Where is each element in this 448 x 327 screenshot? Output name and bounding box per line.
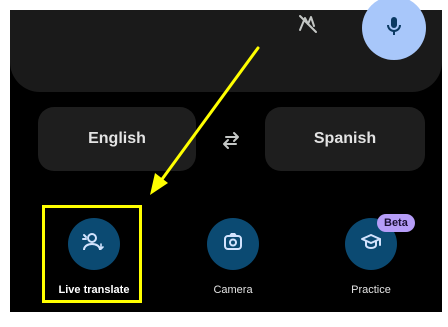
live-translate-circle <box>68 218 120 270</box>
camera-icon <box>221 230 245 259</box>
swap-languages-icon[interactable] <box>218 127 244 153</box>
beta-badge: Beta <box>377 214 415 232</box>
screenshot-stage: English Spanish Live translate Camera Be… <box>0 0 448 327</box>
camera-label: Camera <box>213 284 253 296</box>
translate-app: English Spanish Live translate Camera Be… <box>10 0 442 312</box>
live-translate-icon <box>81 229 107 260</box>
mic-icon <box>382 14 406 43</box>
handwriting-icon[interactable] <box>296 12 320 36</box>
practice-label: Practice <box>351 284 391 296</box>
target-language-button[interactable]: Spanish <box>265 107 425 171</box>
source-language-label: English <box>88 130 146 147</box>
target-language-label: Spanish <box>313 130 377 147</box>
camera-circle <box>207 218 259 270</box>
input-panel <box>10 0 442 92</box>
camera-button[interactable]: Camera <box>181 208 285 308</box>
live-translate-button[interactable]: Live translate <box>42 208 146 308</box>
practice-button[interactable]: Beta Practice <box>319 208 423 308</box>
practice-icon <box>359 230 383 259</box>
live-translate-label: Live translate <box>58 284 130 296</box>
source-language-button[interactable]: English <box>38 107 196 171</box>
mic-button[interactable] <box>362 0 426 60</box>
